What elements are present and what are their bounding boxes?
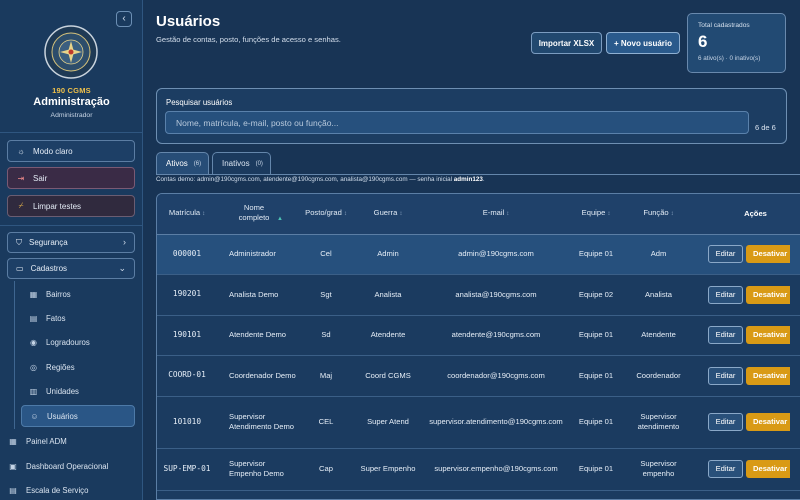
sidebar-item-fatos[interactable]: ▤ Fatos xyxy=(21,307,135,329)
tab-inativos[interactable]: Inativos (0) xyxy=(212,152,271,174)
dashboard-icon: ▣ xyxy=(9,461,17,471)
col-nome[interactable]: Nome completo ▲ xyxy=(217,194,299,235)
stat-label: Total cadastrados xyxy=(698,22,750,29)
page-subtitle: Gestão de contas, posto, funções de aces… xyxy=(156,35,341,44)
users-icon: ☺ xyxy=(30,411,39,421)
document-icon: ▤ xyxy=(29,313,38,323)
sidebar-item-bairros[interactable]: ▦ Bairros xyxy=(21,283,135,305)
deactivate-button[interactable]: Desativar xyxy=(746,460,790,478)
folder-icon: ▭ xyxy=(16,264,24,273)
stat-value: 6 xyxy=(698,32,708,51)
tab-underline xyxy=(156,174,800,175)
users-table: Matrícula ↕ Nome completo ▲ Posto/grad ↕ Gu… xyxy=(156,193,800,500)
org-title: Administração xyxy=(33,96,110,108)
col-equipe[interactable]: Equipe ↕ xyxy=(569,194,623,235)
deactivate-button[interactable]: Desativar xyxy=(746,366,790,385)
stat-foot: 6 ativo(s) · 0 inativo(s) xyxy=(698,55,761,62)
table-row[interactable]: 101010 Supervisor Atendimento Demo CEL S… xyxy=(157,396,800,449)
col-funcao[interactable]: Função ↕ xyxy=(623,194,694,235)
sidebar-item-unidades[interactable]: ▥ Unidades xyxy=(21,380,135,402)
sun-icon: ☼ xyxy=(17,146,25,156)
calendar-icon: ▤ xyxy=(9,485,17,495)
nav-dashboard-operacional[interactable]: ▣ Dashboard Operacional xyxy=(8,456,136,476)
divider xyxy=(0,225,143,226)
emblem-logo xyxy=(44,25,98,79)
broom-icon: ⌿ xyxy=(18,201,24,210)
edit-button[interactable]: Editar xyxy=(708,460,743,478)
deactivate-button[interactable]: Desativar xyxy=(746,413,790,431)
edit-button[interactable]: Editar xyxy=(708,326,743,344)
table-row[interactable]: 190101 Atendente Demo Sd Atendente atend… xyxy=(157,315,800,356)
new-user-button[interactable]: + Novo usuário xyxy=(606,32,680,54)
edit-button[interactable]: Editar xyxy=(708,413,743,431)
search-label: Pesquisar usuários xyxy=(166,98,233,107)
nav-group-security[interactable]: ⛉ Segurança › xyxy=(7,232,135,253)
sidebar-item-regioes[interactable]: ◎ Regiões xyxy=(21,356,135,378)
search-input[interactable]: Nome, matrícula, e-mail, posto ou função… xyxy=(165,111,749,134)
sidebar-item-logradouros[interactable]: ◉ Logradouros xyxy=(21,331,135,353)
nav-painel-adm[interactable]: ▦ Painel ADM xyxy=(8,431,136,451)
deactivate-button[interactable]: Desativar xyxy=(746,326,790,344)
edit-button[interactable]: Editar xyxy=(708,285,743,304)
chevron-left-icon[interactable]: ‹ xyxy=(116,11,132,27)
clear-tests-button[interactable]: ⌿ Limpar testes xyxy=(7,195,135,217)
tree-line xyxy=(14,281,15,429)
table-row[interactable]: 190201 Analista Demo Sgt Analista analis… xyxy=(157,274,800,316)
logout-icon: ⇥ xyxy=(17,173,25,183)
chevron-down-icon: ⌄ xyxy=(118,263,126,273)
col-acoes: Ações xyxy=(694,194,800,235)
col-guerra[interactable]: Guerra ↕ xyxy=(353,194,423,235)
deactivate-button[interactable]: Desativar xyxy=(746,245,790,263)
grid-icon: ▦ xyxy=(9,436,17,446)
sidebar: ‹ 190 CGMS Administração Administrador ☼… xyxy=(0,0,143,500)
building-icon: ▦ xyxy=(29,289,38,299)
col-matricula[interactable]: Matrícula ↕ xyxy=(157,194,217,235)
table-row[interactable]: 000001 Administrador Cel Admin admin@190… xyxy=(157,234,800,275)
logout-button[interactable]: ⇥ Sair xyxy=(7,167,135,189)
org-code: 190 CGMS xyxy=(52,86,91,95)
nav-group-cadastros[interactable]: ▭ Cadastros ⌄ xyxy=(7,258,135,279)
nav-escala-servico[interactable]: ▤ Escala de Serviço xyxy=(8,480,136,500)
edit-button[interactable]: Editar xyxy=(708,366,743,385)
table-row[interactable]: COORD-01 Coordenador Demo Maj Coord CGMS… xyxy=(157,355,800,397)
sidebar-item-usuarios[interactable]: ☺ Usuários xyxy=(21,405,135,427)
col-email[interactable]: E-mail ↕ xyxy=(423,194,569,235)
main-content: Usuários Gestão de contas, posto, funçõe… xyxy=(143,0,800,500)
globe-icon: ◎ xyxy=(30,362,37,372)
search-card: Pesquisar usuários Nome, matrícula, e-ma… xyxy=(156,88,787,144)
chevron-right-icon: › xyxy=(123,237,126,247)
search-count: 6 de 6 xyxy=(755,123,776,132)
table-header-row: Matrícula ↕ Nome completo ▲ Posto/grad ↕ Gu… xyxy=(157,194,800,235)
office-icon: ▥ xyxy=(29,386,38,396)
page-title: Usuários xyxy=(156,13,221,30)
demo-accounts-note: Contas demo: admin@190cgms.com, atendent… xyxy=(156,176,485,183)
light-mode-button[interactable]: ☼ Modo claro xyxy=(7,140,135,162)
deactivate-button[interactable]: Desativar xyxy=(746,285,790,304)
table-row[interactable]: SUP-EMP-01 Supervisor Empenho Demo Cap S… xyxy=(157,448,800,491)
org-role: Administrador xyxy=(50,112,93,119)
map-pin-icon: ◉ xyxy=(30,337,37,347)
shield-icon: ⛉ xyxy=(16,237,22,247)
divider xyxy=(0,132,143,133)
total-users-card: Total cadastrados 6 6 ativo(s) · 0 inati… xyxy=(687,13,786,73)
import-xlsx-button[interactable]: Importar XLSX xyxy=(531,32,602,54)
tab-ativos[interactable]: Ativos (6) xyxy=(156,152,209,174)
col-posto[interactable]: Posto/grad ↕ xyxy=(299,194,353,235)
edit-button[interactable]: Editar xyxy=(708,245,743,263)
